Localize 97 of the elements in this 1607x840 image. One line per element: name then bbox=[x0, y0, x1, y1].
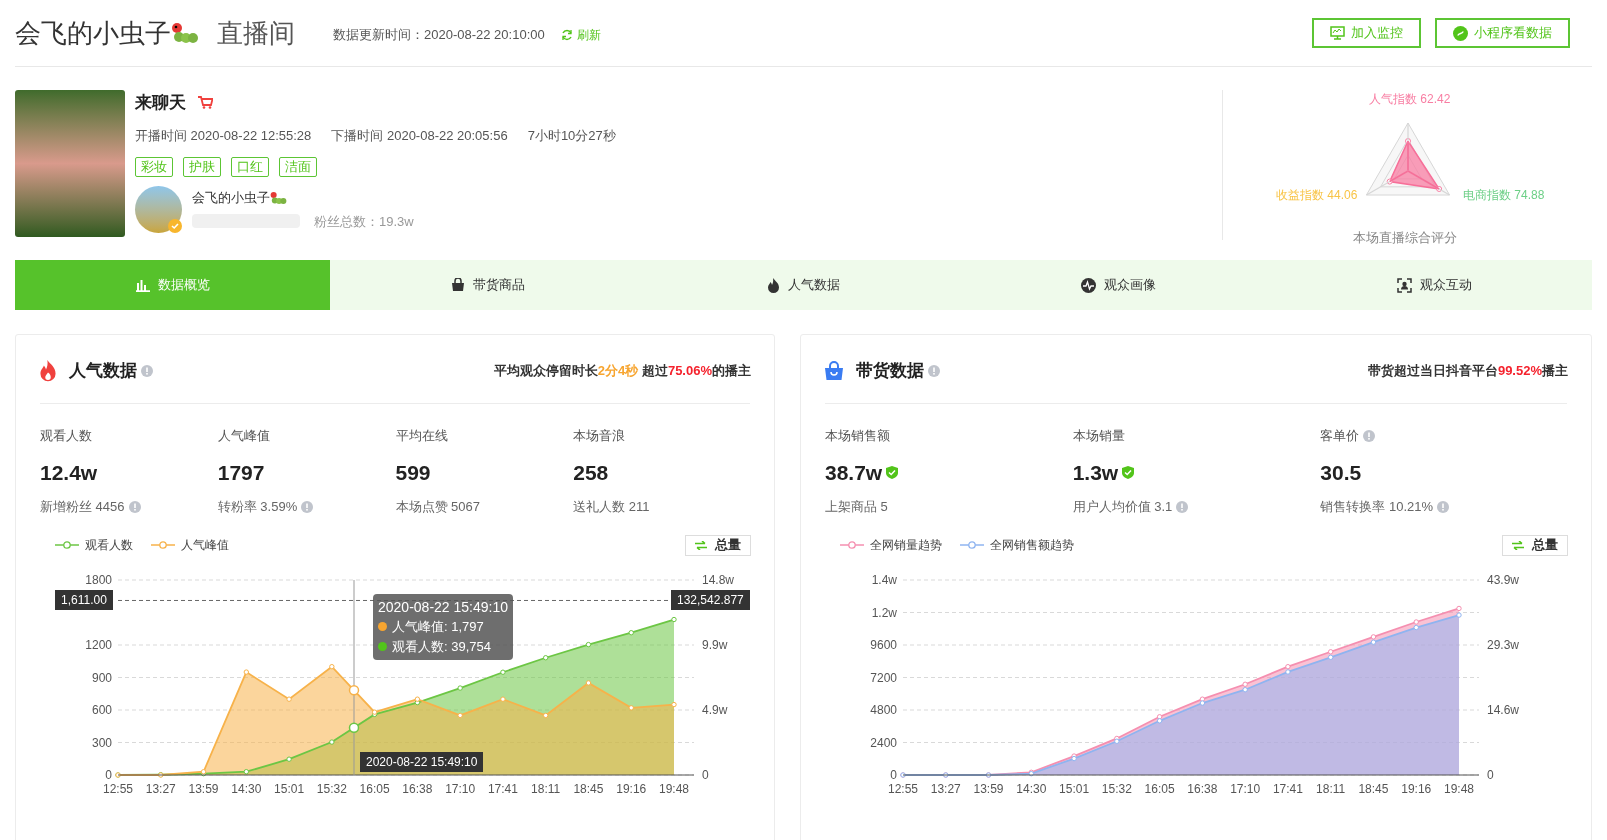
axis-label: 18:11 bbox=[531, 781, 561, 796]
axis-label: 18:45 bbox=[573, 781, 604, 796]
axis-label: 15:01 bbox=[274, 781, 305, 796]
axis-label: 18:11 bbox=[1316, 781, 1346, 796]
panel-title: 带货数据 bbox=[856, 360, 924, 383]
axis-label: 1800 bbox=[85, 572, 112, 587]
axis-label: 16:05 bbox=[1144, 781, 1175, 796]
axis-label: 16:38 bbox=[402, 781, 433, 796]
axis-label: 14:30 bbox=[1016, 781, 1047, 796]
axis-label: 18:45 bbox=[1358, 781, 1389, 796]
axis-label: 29.3w bbox=[1487, 637, 1520, 652]
panel-title: 人气数据 bbox=[69, 360, 137, 383]
axis-pointer-label: 1,611.00 bbox=[55, 589, 113, 610]
score-caption: 本场直播综合评分 bbox=[1353, 229, 1457, 247]
stat-detail: 销售转换率 10.21% bbox=[1320, 498, 1434, 516]
stat-detail: 新增粉丝 4456 bbox=[40, 498, 125, 516]
stat-value: 30.5 bbox=[1320, 459, 1362, 486]
axis-label: 43.9w bbox=[1487, 572, 1520, 587]
axis-label: 2400 bbox=[870, 735, 897, 749]
axis-label: 19:48 bbox=[659, 781, 689, 796]
fan-count: 粉丝总数：19.3w bbox=[314, 212, 414, 231]
stat-detail: 上架商品 5 bbox=[825, 498, 888, 516]
stat-label: 观看人数 bbox=[40, 427, 92, 445]
axis-label: 4800 bbox=[870, 702, 897, 717]
axis-label: 19:48 bbox=[1444, 781, 1474, 796]
stat-detail: 送礼人数 211 bbox=[573, 498, 650, 516]
page-title: 会飞的小虫子 bbox=[15, 16, 171, 50]
live-title: 来聊天 bbox=[135, 92, 186, 114]
axis-label: 0 bbox=[890, 767, 897, 782]
stat-label: 人气峰值 bbox=[217, 427, 270, 445]
axis-label: 15:32 bbox=[1101, 781, 1132, 796]
tooltip-value: 观看人数: 39,754 bbox=[392, 637, 491, 656]
panel-summary: 平均观众停留时长2分4秒 超过75.06%的播主 bbox=[493, 362, 751, 381]
axis-label: 17:41 bbox=[1272, 781, 1303, 796]
tooltip-value: 人气峰值: 1,797 bbox=[392, 617, 484, 636]
axis-label: 13:59 bbox=[188, 781, 219, 796]
stat-label: 本场销量 bbox=[1072, 427, 1125, 445]
axis-label: 0 bbox=[105, 767, 112, 782]
stat-detail: 用户人均价值 3.1 bbox=[1072, 498, 1173, 516]
axis-label: 4.9w bbox=[702, 702, 728, 717]
axis-label: 0 bbox=[702, 767, 709, 782]
axis-label: 16:38 bbox=[1187, 781, 1218, 796]
stat-value: 12.4w bbox=[40, 459, 98, 486]
axis-label: 13:27 bbox=[145, 781, 176, 796]
axis-label: 900 bbox=[91, 670, 112, 684]
stat-detail: 转粉率 3.59% bbox=[217, 498, 298, 516]
axis-label: 13:27 bbox=[930, 781, 961, 796]
axis-label: 9600 bbox=[870, 637, 897, 652]
tooltip-time: 2020-08-22 15:49:10 bbox=[378, 597, 508, 617]
axis-label: 19:16 bbox=[1401, 781, 1432, 796]
axis-label: 1.4w bbox=[871, 572, 897, 587]
end-time: 下播时间 2020-08-22 20:05:56 bbox=[331, 126, 508, 145]
host-name: 会飞的小虫子 bbox=[192, 189, 270, 207]
axis-label: 17:10 bbox=[1230, 781, 1261, 796]
page-subtitle: 直播间 bbox=[217, 16, 295, 50]
update-time: 数据更新时间：2020-08-22 20:10:00 bbox=[333, 26, 545, 45]
axis-label: 13:59 bbox=[973, 781, 1004, 796]
axis-label: 600 bbox=[91, 702, 112, 717]
axis-label: 14:30 bbox=[231, 781, 262, 796]
axis-pointer-label: 2020-08-22 15:49:10 bbox=[360, 751, 484, 772]
stat-value: 1797 bbox=[217, 459, 265, 486]
axis-label: 14.8w bbox=[702, 572, 735, 587]
stat-detail: 本场点赞 5067 bbox=[395, 498, 481, 516]
panel-summary: 带货超过当日抖音平台99.52%播主 bbox=[1367, 362, 1568, 381]
stat-value: 599 bbox=[395, 459, 431, 486]
axis-label: 15:32 bbox=[316, 781, 347, 796]
axis-label: 17:10 bbox=[445, 781, 476, 796]
score-label: 收益指数 44.06 bbox=[1276, 187, 1358, 204]
axis-label: 15:01 bbox=[1059, 781, 1090, 796]
stat-label: 平均在线 bbox=[395, 427, 448, 445]
duration: 7小时10分27秒 bbox=[527, 126, 616, 145]
axis-label: 9.9w bbox=[702, 637, 728, 652]
category-tag: 口红 bbox=[231, 157, 269, 177]
category-tag: 护肤 bbox=[183, 157, 221, 177]
axis-label: 12:55 bbox=[103, 781, 133, 796]
score-label: 人气指数 62.42 bbox=[1369, 91, 1451, 108]
axis-label: 1.2w bbox=[871, 605, 897, 619]
axis-label: 7200 bbox=[870, 670, 897, 684]
stat-value: 38.7w bbox=[825, 459, 883, 486]
stat-label: 客单价 bbox=[1320, 427, 1360, 445]
category-tag: 洁面 bbox=[279, 157, 317, 177]
axis-label: 19:16 bbox=[616, 781, 647, 796]
axis-label: 300 bbox=[91, 735, 112, 749]
category-tag: 彩妆 bbox=[135, 157, 173, 177]
axis-label: 14.6w bbox=[1487, 702, 1520, 717]
stat-value: 258 bbox=[573, 459, 609, 486]
start-time: 开播时间 2020-08-22 12:55:28 bbox=[135, 126, 312, 145]
axis-label: 1200 bbox=[85, 637, 112, 652]
score-label: 电商指数 74.88 bbox=[1463, 187, 1545, 204]
axis-label: 16:05 bbox=[359, 781, 390, 796]
axis-label: 12:55 bbox=[888, 781, 918, 796]
axis-label: 17:41 bbox=[487, 781, 518, 796]
stat-label: 本场音浪 bbox=[573, 427, 626, 445]
axis-label: 0 bbox=[1487, 767, 1494, 782]
axis-pointer-label: 132,542.877 bbox=[671, 589, 750, 610]
stat-value: 1.3w bbox=[1072, 459, 1119, 486]
stat-label: 本场销售额 bbox=[825, 427, 890, 445]
